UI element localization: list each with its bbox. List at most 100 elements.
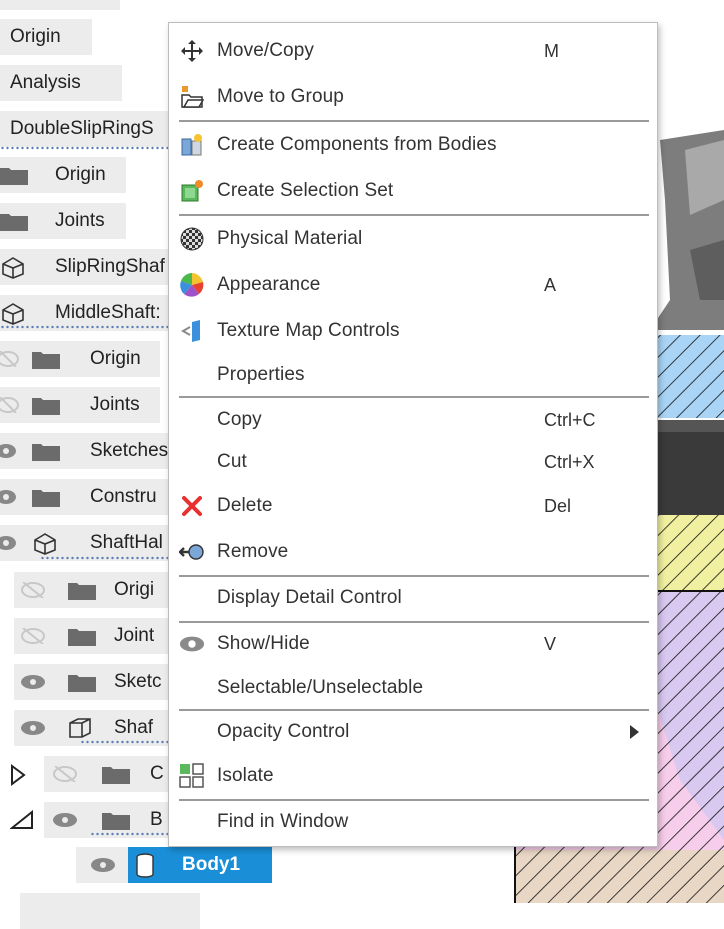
link-indicator <box>0 325 170 329</box>
menu-item-label: Create Selection Set <box>217 180 394 201</box>
menu-item-isolate[interactable]: Isolate <box>169 756 657 796</box>
tree-node-joints-4[interactable]: Joint <box>14 618 174 654</box>
component-icon <box>2 257 24 279</box>
menu-item-appearance[interactable]: Appearance A <box>169 265 657 305</box>
collapse-arrow-icon[interactable] <box>10 810 34 830</box>
menu-item-cut[interactable]: Cut Ctrl+X <box>169 442 657 482</box>
menu-item-display-detail[interactable]: Display Detail Control <box>169 578 657 618</box>
menu-item-find-in-window[interactable]: Find in Window <box>169 802 657 842</box>
link-indicator <box>40 556 170 560</box>
tree-node-origin-4[interactable]: Origi <box>14 572 174 608</box>
eye-icon[interactable] <box>0 489 26 505</box>
eye-icon <box>179 631 205 657</box>
eye-icon[interactable] <box>0 535 26 551</box>
menu-item-label: Properties <box>217 364 305 385</box>
eye-hidden-icon[interactable] <box>20 628 46 644</box>
menu-item-shortcut: Ctrl+X <box>544 451 595 472</box>
eye-icon[interactable] <box>20 720 46 736</box>
eye-icon[interactable] <box>20 674 46 690</box>
link-indicator <box>90 832 170 836</box>
texture-map-icon <box>179 318 205 344</box>
create-components-icon <box>179 132 205 158</box>
menu-item-label: Create Components from Bodies <box>217 134 497 155</box>
eye-hidden-icon[interactable] <box>0 397 26 413</box>
eye-icon[interactable] <box>52 812 78 828</box>
tree-node-analysis[interactable]: Analysis <box>0 65 122 101</box>
eye-hidden-icon[interactable] <box>52 766 78 782</box>
menu-item-label: Texture Map Controls <box>217 320 400 341</box>
body-icon <box>136 853 154 878</box>
tree-node-label: DoubleSlipRingS <box>10 118 154 139</box>
tree-node-origin-3[interactable]: Origin <box>0 341 160 377</box>
selection-set-icon <box>179 178 205 204</box>
menu-separator <box>179 709 649 711</box>
menu-item-delete[interactable]: Delete Del <box>169 486 657 526</box>
tree-node-sketches-4[interactable]: Sketc <box>14 664 174 700</box>
folder-icon <box>0 168 28 185</box>
menu-item-label: Display Detail Control <box>217 587 402 608</box>
tree-node-c[interactable]: C <box>44 756 174 792</box>
tree-node-slipringshaft[interactable]: SlipRingShaf <box>0 249 175 285</box>
menu-item-create-selection-set[interactable]: Create Selection Set <box>169 171 657 211</box>
tree-node-origin[interactable]: Origin <box>0 19 92 55</box>
menu-item-selectable[interactable]: Selectable/Unselectable <box>169 668 657 708</box>
menu-item-label: Physical Material <box>217 228 363 249</box>
tree-node-joints[interactable]: Joints <box>0 203 126 239</box>
menu-item-create-components[interactable]: Create Components from Bodies <box>169 125 657 165</box>
menu-item-label: Cut <box>217 451 247 472</box>
submenu-arrow-icon <box>630 725 639 739</box>
link-indicator <box>0 146 170 150</box>
tree-node-doubleslipring[interactable]: DoubleSlipRingS <box>0 111 175 147</box>
menu-item-move-copy[interactable]: Move/Copy M <box>169 31 657 71</box>
eye-icon[interactable] <box>90 857 116 873</box>
tree-node-construction[interactable]: Constru <box>0 479 175 515</box>
appearance-icon <box>179 272 205 298</box>
menu-item-opacity-control[interactable]: Opacity Control <box>169 712 657 752</box>
eye-icon[interactable] <box>0 443 26 459</box>
tree-node-partial-bottom <box>20 893 200 929</box>
tree-node-label: Analysis <box>10 72 81 93</box>
menu-item-physical-material[interactable]: Physical Material <box>169 219 657 259</box>
menu-item-label: Find in Window <box>217 811 349 832</box>
folder-icon <box>68 583 96 600</box>
folder-icon <box>68 675 96 692</box>
menu-separator <box>179 575 649 577</box>
folder-icon <box>32 444 60 461</box>
menu-item-label: Isolate <box>217 765 274 786</box>
tree-node-origin-2[interactable]: Origin <box>0 157 126 193</box>
expand-arrow-icon[interactable] <box>10 764 26 786</box>
group-folder-icon <box>179 84 205 110</box>
remove-icon <box>179 539 205 565</box>
folder-icon <box>0 214 28 231</box>
folder-icon <box>102 813 130 830</box>
menu-item-remove[interactable]: Remove <box>169 532 657 572</box>
eye-hidden-icon[interactable] <box>0 351 26 367</box>
tree-node-body1[interactable]: Body1 <box>128 847 272 883</box>
menu-item-show-hide[interactable]: Show/Hide V <box>169 624 657 664</box>
menu-separator <box>179 396 649 398</box>
menu-item-shortcut: V <box>544 633 557 654</box>
folder-icon <box>68 629 96 646</box>
link-indicator <box>80 740 170 744</box>
tree-node-sketches[interactable]: Sketches <box>0 433 175 469</box>
menu-item-move-to-group[interactable]: Move to Group <box>169 77 657 117</box>
folder-icon <box>32 352 60 369</box>
delete-icon <box>179 493 205 519</box>
menu-item-shortcut: M <box>544 40 559 61</box>
component-icon <box>2 303 24 325</box>
folder-icon <box>102 767 130 784</box>
menu-item-copy[interactable]: Copy Ctrl+C <box>169 400 657 440</box>
menu-item-properties[interactable]: Properties <box>169 355 657 395</box>
menu-item-label: Opacity Control <box>217 721 350 742</box>
eye-hidden-icon[interactable] <box>20 582 46 598</box>
menu-separator <box>179 120 649 122</box>
tree-node-joints-3[interactable]: Joints <box>0 387 160 423</box>
tree-node-body1-eye-cell[interactable] <box>76 847 128 883</box>
menu-item-label: Remove <box>217 541 289 562</box>
menu-item-label: Delete <box>217 495 273 516</box>
component-icon <box>69 718 91 738</box>
menu-separator <box>179 621 649 623</box>
menu-item-texture-map[interactable]: Texture Map Controls <box>169 311 657 351</box>
tree-node-partial <box>0 0 120 10</box>
menu-item-shortcut: Del <box>544 495 572 516</box>
